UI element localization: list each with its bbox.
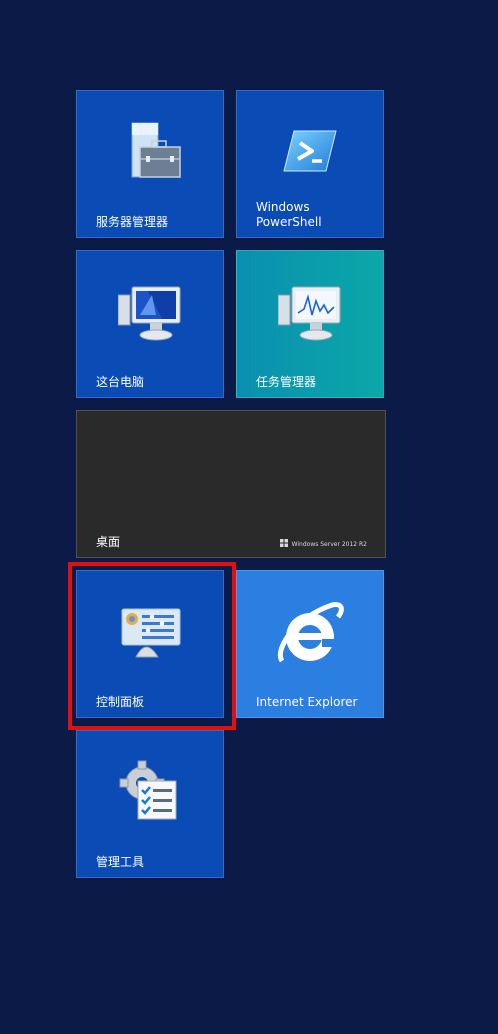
tile-label: 管理工具 (96, 855, 145, 869)
tile-label: Internet Explorer (256, 695, 358, 709)
tile-task-manager[interactable]: 任务管理器 (236, 250, 384, 398)
windows-logo-icon (279, 539, 288, 549)
tile-admin-tools[interactable]: 管理工具 (76, 730, 224, 878)
server-manager-icon (118, 121, 182, 179)
tile-this-pc[interactable]: 这台电脑 (76, 250, 224, 398)
computer-icon (117, 285, 182, 343)
tile-label: 服务器管理器 (96, 215, 169, 229)
tile-label: Windows PowerShell (256, 200, 322, 229)
tile-label: 任务管理器 (256, 375, 317, 389)
tile-internet-explorer[interactable]: Internet Explorer (236, 570, 384, 718)
tile-desktop[interactable]: 桌面 Windows Server 2012 R2 (76, 410, 386, 558)
task-manager-icon (277, 285, 342, 343)
windows-server-badge: Windows Server 2012 R2 (279, 539, 367, 549)
tile-windows-powershell[interactable]: Windows PowerShell (236, 90, 384, 238)
ie-icon (274, 599, 346, 669)
tile-label: 控制面板 (96, 695, 145, 709)
powershell-icon (282, 129, 338, 173)
control-panel-icon (118, 607, 182, 661)
tile-server-manager[interactable]: 服务器管理器 (76, 90, 224, 238)
tile-control-panel[interactable]: 控制面板 (76, 570, 224, 718)
tile-label: 这台电脑 (96, 375, 145, 389)
tile-label: 桌面 (96, 535, 121, 549)
windows-server-text: Windows Server 2012 R2 (291, 540, 367, 548)
admin-tools-icon (118, 759, 182, 823)
